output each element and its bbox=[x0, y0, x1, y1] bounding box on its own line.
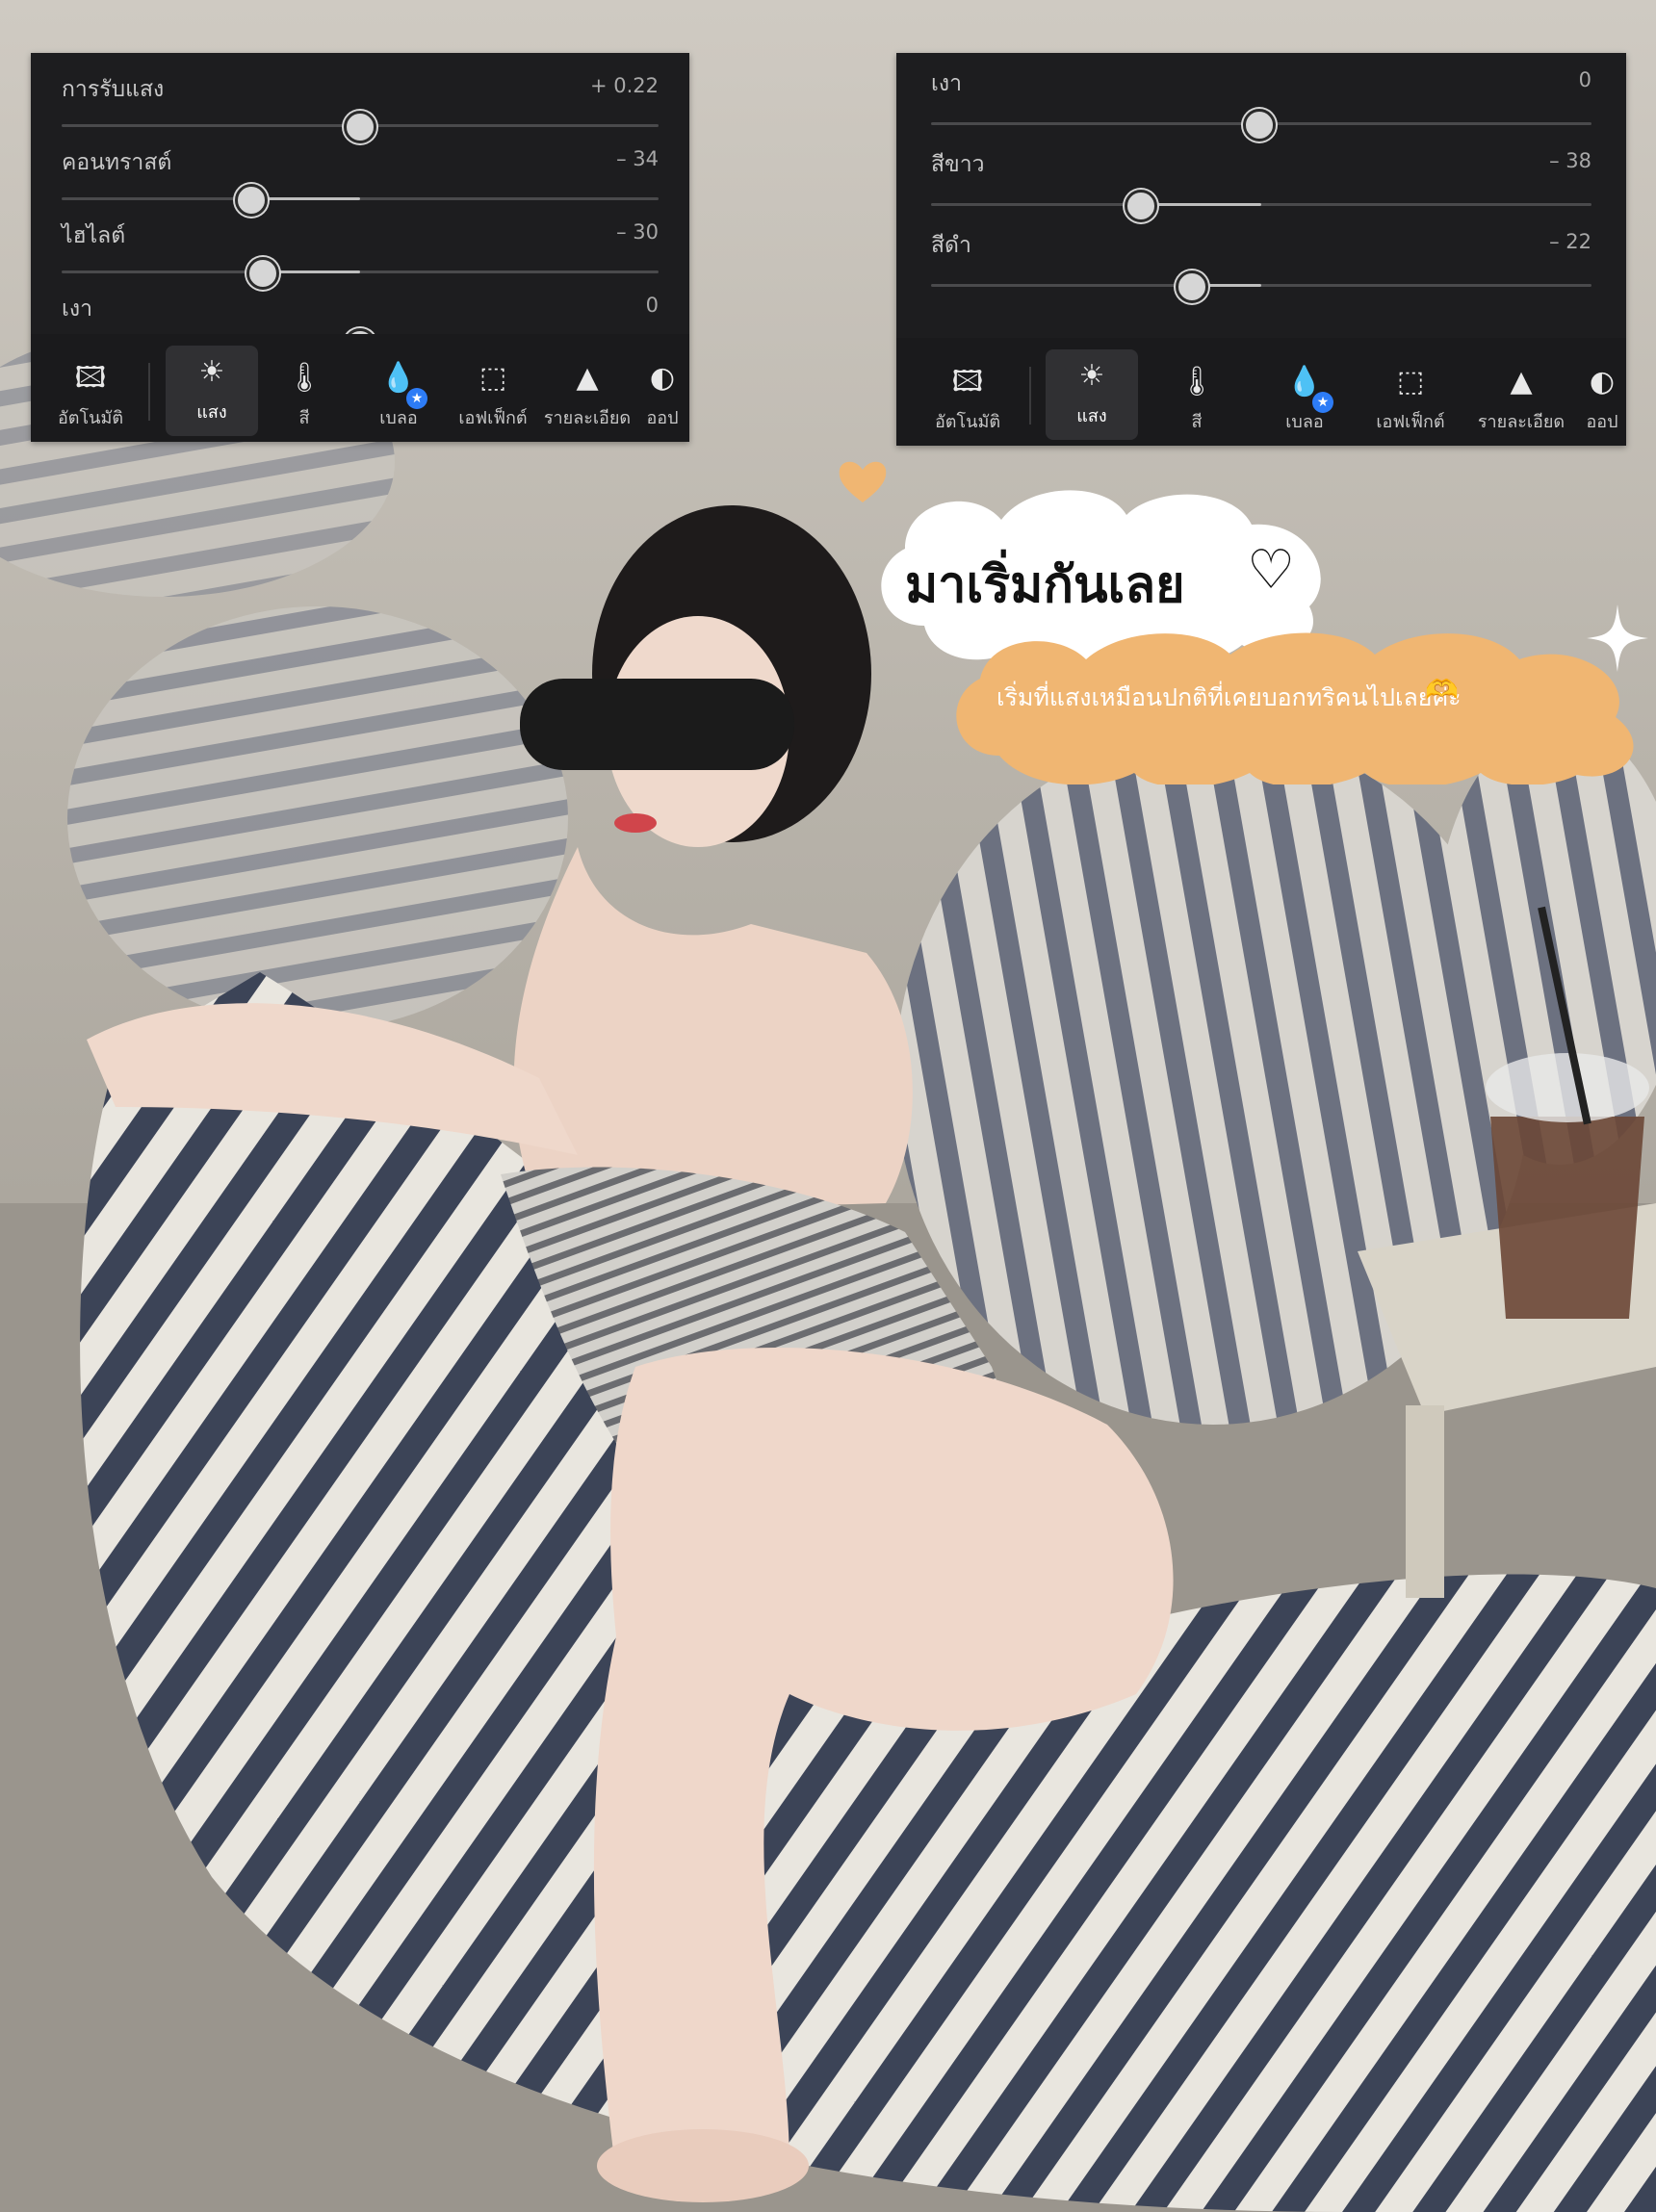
tool-effects[interactable]: ⬚ เอฟเฟ็กต์ bbox=[447, 351, 539, 431]
slider-label: เงา bbox=[931, 71, 963, 96]
slider-label: การรับแสง bbox=[62, 77, 165, 102]
highlights-slider-row[interactable]: ไฮไลต์ – 30 bbox=[31, 213, 689, 290]
tool-blur[interactable]: 💧 ★ เบลอ bbox=[352, 351, 445, 431]
tool-optics[interactable]: ◐ ออป bbox=[635, 351, 689, 431]
exposure-slider-row[interactable]: การรับแสง + 0.22 bbox=[31, 66, 689, 143]
premium-star-badge: ★ bbox=[1312, 392, 1333, 413]
shadows-slider-row[interactable]: เงา 0 bbox=[896, 61, 1626, 141]
whites-slider-row[interactable]: สีขาว – 38 bbox=[896, 141, 1626, 222]
slider-label: ไฮไลต์ bbox=[62, 223, 126, 248]
vignette-icon: ⬚ bbox=[479, 361, 507, 395]
slider-value: – 22 bbox=[1549, 230, 1591, 253]
tool-auto[interactable]: 🖾 อัตโนมัติ bbox=[921, 355, 1014, 435]
slider-fill bbox=[1152, 203, 1261, 206]
blacks-slider-row[interactable]: สีดำ – 22 bbox=[896, 222, 1626, 303]
tool-auto[interactable]: 🖾 อัตโนมัติ bbox=[44, 351, 137, 431]
tool-color[interactable]: 🌡 สี bbox=[258, 351, 350, 431]
slider-thumb[interactable] bbox=[1176, 270, 1208, 303]
vignette-icon: ⬚ bbox=[1396, 365, 1425, 399]
toolbar-divider bbox=[148, 363, 150, 421]
sun-icon: ☀ bbox=[198, 355, 225, 389]
tool-optics[interactable]: ◐ ออป bbox=[1578, 355, 1626, 435]
slider-thumb[interactable] bbox=[235, 184, 268, 217]
optics-icon: ◐ bbox=[649, 361, 676, 395]
optics-icon: ◐ bbox=[1589, 365, 1616, 399]
slider-label: สีขาว bbox=[931, 152, 985, 177]
slider-fill bbox=[273, 270, 360, 273]
sticker-title: มาเริ่มกันเลย bbox=[905, 556, 1185, 614]
heart-outline-icon: ♡ bbox=[1247, 539, 1296, 602]
slider-thumb[interactable] bbox=[246, 257, 279, 290]
tool-effects[interactable]: ⬚ เอฟเฟ็กต์ bbox=[1364, 355, 1457, 435]
drop-icon: 💧 bbox=[380, 361, 417, 395]
drop-icon: 💧 bbox=[1286, 365, 1323, 399]
editor-toolbar: 🖾 อัตโนมัติ ☀ แสง 🌡 สี 💧 ★ เบลอ ⬚ เอฟเฟ็… bbox=[31, 334, 689, 442]
slider-fill bbox=[264, 197, 360, 200]
heart-hands-icon: 🫶 bbox=[1425, 674, 1459, 706]
slider-value: – 38 bbox=[1549, 149, 1591, 172]
shadows-slider-row[interactable]: เงา 0 bbox=[31, 286, 689, 361]
slider-value: – 30 bbox=[616, 220, 659, 244]
slider-value: 0 bbox=[645, 294, 659, 317]
light-adjust-panel-right: เงา 0 สีขาว – 38 สีดำ – 22 🖾 อัตโนมัติ ☀… bbox=[896, 53, 1626, 446]
tool-detail[interactable]: ▲ รายละเอียด bbox=[1468, 355, 1574, 435]
tool-light[interactable]: ☀ แสง bbox=[166, 346, 258, 436]
slider-label: เงา bbox=[62, 296, 93, 322]
triangle-icon: ▲ bbox=[1510, 365, 1533, 399]
triangle-icon: ▲ bbox=[576, 361, 599, 395]
tool-detail[interactable]: ▲ รายละเอียด bbox=[541, 351, 634, 431]
sun-icon: ☀ bbox=[1078, 359, 1105, 393]
thermometer-icon: 🌡 bbox=[1177, 365, 1216, 399]
slider-value: – 34 bbox=[616, 147, 659, 170]
slider-value: + 0.22 bbox=[589, 74, 659, 97]
slider-fill bbox=[1203, 284, 1261, 287]
auto-enhance-icon: 🖾 bbox=[951, 365, 984, 399]
premium-star-badge: ★ bbox=[406, 388, 427, 409]
sparkle-icon bbox=[1587, 604, 1648, 672]
toolbar-divider bbox=[1029, 367, 1031, 424]
slider-track[interactable] bbox=[931, 284, 1591, 287]
slider-label: คอนทราสต์ bbox=[62, 150, 172, 175]
slider-track[interactable] bbox=[62, 270, 659, 273]
light-adjust-panel-left: การรับแสง + 0.22 คอนทราสต์ – 34 ไฮไลต์ –… bbox=[31, 53, 689, 442]
tool-light[interactable]: ☀ แสง bbox=[1046, 349, 1138, 440]
slider-thumb[interactable] bbox=[344, 111, 376, 143]
thermometer-icon: 🌡 bbox=[285, 361, 323, 395]
slider-track[interactable] bbox=[62, 197, 659, 200]
slider-value: 0 bbox=[1578, 68, 1591, 91]
contrast-slider-row[interactable]: คอนทราสต์ – 34 bbox=[31, 140, 689, 217]
sticker-subtitle: เริ่มที่แสงเหมือนปกติที่เคยบอกทริคนไปเลย… bbox=[996, 683, 1462, 711]
tool-blur[interactable]: 💧 ★ เบลอ bbox=[1258, 355, 1351, 435]
slider-track[interactable] bbox=[931, 203, 1591, 206]
auto-enhance-icon: 🖾 bbox=[74, 361, 107, 395]
slider-label: สีดำ bbox=[931, 233, 971, 258]
slider-thumb[interactable] bbox=[1125, 190, 1157, 222]
editor-toolbar: 🖾 อัตโนมัติ ☀ แสง 🌡 สี 💧 ★ เบลอ ⬚ เอฟเฟ็… bbox=[896, 338, 1626, 446]
tool-color[interactable]: 🌡 สี bbox=[1151, 355, 1243, 435]
slider-thumb[interactable] bbox=[1243, 109, 1276, 141]
